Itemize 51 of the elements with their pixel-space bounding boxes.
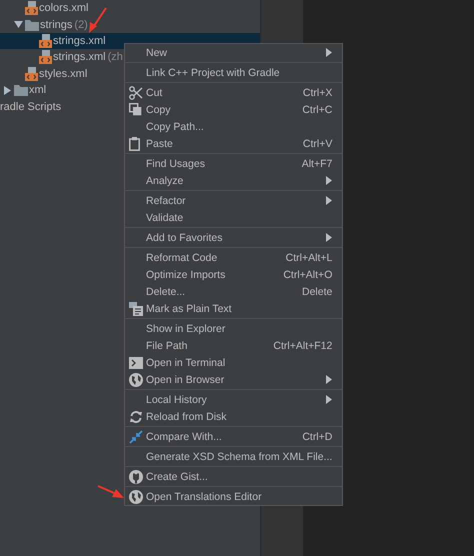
tree-item-label[interactable]: strings.xml xyxy=(53,51,106,64)
menu-item[interactable]: Delete... Delete xyxy=(125,283,342,300)
menu-item[interactable]: Local History xyxy=(125,391,342,408)
menu-item[interactable]: Paste Ctrl+V xyxy=(125,135,342,152)
menu-item[interactable]: Add to Favorites xyxy=(125,229,342,246)
menu-item[interactable]: Reload from Disk xyxy=(125,408,342,425)
terminal-icon xyxy=(129,356,143,368)
tree-item-count: (zh xyxy=(108,51,123,64)
clipboard-icon xyxy=(129,136,140,150)
menu-item[interactable]: Link C++ Project with Gradle xyxy=(125,64,342,81)
tree-item-label[interactable]: strings.xml xyxy=(53,34,106,47)
text-file-icon xyxy=(129,302,143,316)
tree-item-label[interactable]: colors.xml xyxy=(39,2,89,14)
menu-item[interactable]: Reformat Code Ctrl+Alt+L xyxy=(125,249,342,266)
tree-item-label[interactable]: styles.xml xyxy=(39,68,88,80)
menu-item[interactable]: Validate xyxy=(125,209,342,226)
tree-item-label[interactable]: xml xyxy=(29,84,46,96)
copy-icon xyxy=(129,103,142,116)
menu-item[interactable]: Show in Explorer xyxy=(125,320,342,337)
menu-item[interactable]: Open in Browser xyxy=(125,371,342,388)
annotation-arrow xyxy=(89,7,107,33)
menu-item[interactable]: Cut Ctrl+X xyxy=(125,84,342,101)
expand-arrow-icon[interactable] xyxy=(14,20,22,30)
menu-item[interactable]: Refactor xyxy=(125,192,342,209)
tree-item-label[interactable]: radle Scripts xyxy=(0,100,62,113)
menu-item[interactable]: Copy Ctrl+C xyxy=(125,101,342,118)
menu-item[interactable]: Find Usages Alt+F7 xyxy=(125,155,342,172)
xml-file-icon xyxy=(25,66,38,81)
reload-icon xyxy=(129,410,143,424)
globe-icon xyxy=(129,372,143,386)
menu-item[interactable]: Compare With... Ctrl+D xyxy=(125,428,342,445)
menu-item[interactable]: Open in Terminal xyxy=(125,354,342,371)
annotation-arrow xyxy=(98,485,124,498)
menu-item[interactable]: Copy Path... xyxy=(125,118,342,135)
menu-item[interactable]: Open Translations Editor xyxy=(125,488,342,505)
menu-item[interactable]: Create Gist... xyxy=(125,468,342,485)
folder-icon xyxy=(14,84,28,96)
globe-icon xyxy=(129,490,143,504)
tree-item-count: (2) xyxy=(74,18,88,31)
menu-item[interactable]: Generate XSD Schema from XML File... xyxy=(125,448,342,465)
menu-item[interactable]: File Path Ctrl+Alt+F12 xyxy=(125,337,342,354)
menu-item[interactable]: Optimize Imports Ctrl+Alt+O xyxy=(125,266,342,283)
xml-file-icon xyxy=(39,50,52,64)
menu-item[interactable]: Analyze xyxy=(125,172,342,189)
expand-arrow-icon[interactable] xyxy=(2,86,12,95)
compare-arrows-icon xyxy=(129,430,143,444)
scissors-icon xyxy=(129,86,143,100)
menu-item[interactable]: Mark as Plain Text xyxy=(125,300,342,317)
tree-item-label[interactable]: strings xyxy=(40,18,72,31)
cat-logo-icon xyxy=(129,470,143,484)
xml-file-icon xyxy=(39,34,52,48)
